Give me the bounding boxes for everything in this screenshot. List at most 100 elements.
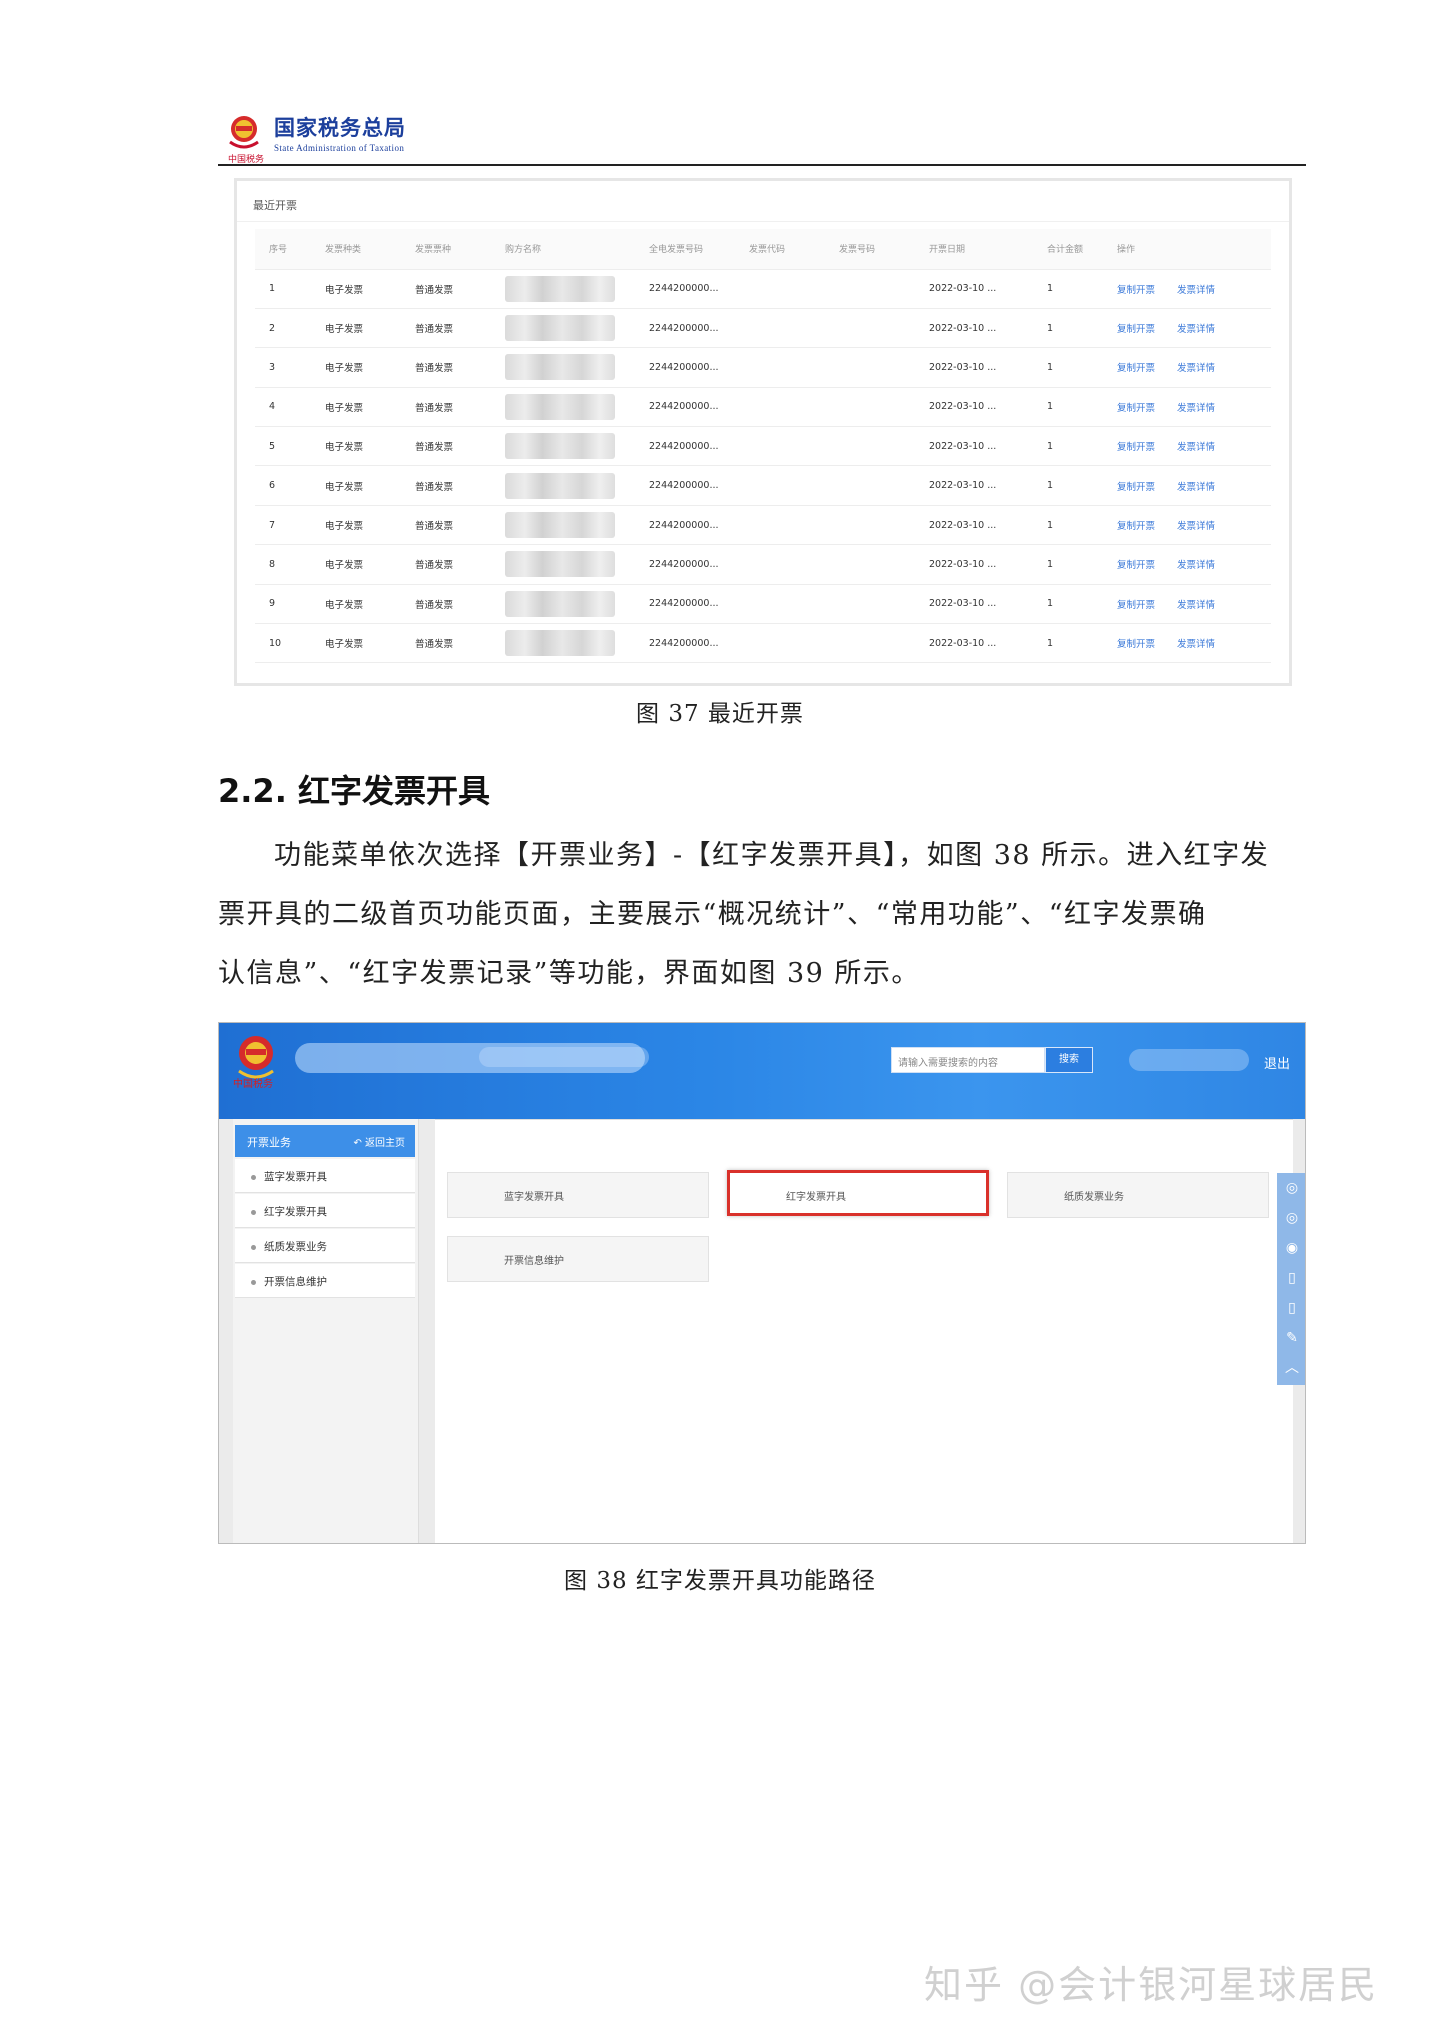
section-title: 2.2. 红字发票开具 <box>218 772 490 810</box>
cell-type: 普通发票 <box>401 426 491 467</box>
invoice-detail-link[interactable]: 发票详情 <box>1177 600 1215 611</box>
table-header-row: 序号 发票种类 发票票种 购方名称 全电发票号码 发票代码 发票号码 开票日期 … <box>255 229 1271 270</box>
table-row: 5 电子发票 普通发票 2244200000... 2022-03-10 ... 1 复制开… <box>255 426 1271 467</box>
invoice-detail-link[interactable]: 发票详情 <box>1177 363 1215 374</box>
tile-blue-invoice[interactable]: 蓝字发票开具 <box>447 1172 709 1218</box>
logout-button[interactable]: 退出 <box>1264 1053 1290 1072</box>
cell-date: 2022-03-10 ... <box>915 505 1033 546</box>
cell-code <box>735 347 825 388</box>
cell-ops: 复制开票 发票详情 <box>1103 308 1271 349</box>
cell-invoice-no <box>825 387 915 428</box>
cell-buyer <box>491 308 635 349</box>
blurred-system-subtitle <box>479 1047 649 1067</box>
cell-type: 普通发票 <box>401 347 491 388</box>
copy-invoice-link[interactable]: 复制开票 <box>1117 442 1155 453</box>
sidebar-item-label: 蓝字发票开具 <box>264 1171 327 1183</box>
invoice-table: 序号 发票种类 发票票种 购方名称 全电发票号码 发票代码 发票号码 开票日期 … <box>255 229 1271 664</box>
cell-buyer <box>491 347 635 388</box>
cell-date: 2022-03-10 ... <box>915 347 1033 388</box>
cell-invoice-no <box>825 584 915 625</box>
tile-red-invoice[interactable]: 红字发票开具 <box>727 1170 989 1216</box>
phone-icon[interactable]: ▯ <box>1281 1267 1303 1289</box>
tile-invoice-info[interactable]: 开票信息维护 <box>447 1236 709 1282</box>
copy-invoice-link[interactable]: 复制开票 <box>1117 521 1155 532</box>
cell-kind: 电子发票 <box>311 623 401 664</box>
bullet-icon <box>251 1244 256 1250</box>
cell-no: 10 <box>255 623 311 664</box>
table-row: 7 电子发票 普通发票 2244200000... 2022-03-10 ... 1 复制开… <box>255 505 1271 546</box>
cell-no: 3 <box>255 347 311 388</box>
cell-ops: 复制开票 发票详情 <box>1103 505 1271 546</box>
cell-amount: 1 <box>1033 584 1103 625</box>
column-header: 发票代码 <box>735 229 825 270</box>
copy-invoice-link[interactable]: 复制开票 <box>1117 560 1155 571</box>
cell-type: 普通发票 <box>401 584 491 625</box>
cell-kind: 电子发票 <box>311 465 401 506</box>
cell-code <box>735 623 825 664</box>
wechat-icon[interactable]: ◎ <box>1281 1207 1303 1229</box>
cell-amount: 1 <box>1033 465 1103 506</box>
column-header: 发票票种 <box>401 229 491 270</box>
tax-emblem-icon <box>229 116 259 149</box>
copy-invoice-link[interactable]: 复制开票 <box>1117 285 1155 296</box>
chat-icon[interactable]: ◎ <box>1281 1177 1303 1199</box>
cell-ops: 复制开票 发票详情 <box>1103 426 1271 467</box>
cell-invoice-no <box>825 465 915 506</box>
blurred-buyer-name <box>505 275 615 302</box>
search-button[interactable]: 搜索 <box>1045 1047 1093 1073</box>
column-header: 发票号码 <box>825 229 915 270</box>
sidebar-item-blue-invoice[interactable]: 蓝字发票开具 <box>235 1159 415 1193</box>
cell-code <box>735 465 825 506</box>
invoice-detail-link[interactable]: 发票详情 <box>1177 521 1215 532</box>
back-arrow-icon: ↶ <box>353 1138 365 1149</box>
copy-invoice-link[interactable]: 复制开票 <box>1117 324 1155 335</box>
invoice-detail-link[interactable]: 发票详情 <box>1177 442 1215 453</box>
invoice-detail-link[interactable]: 发票详情 <box>1177 639 1215 650</box>
card-title: 最近开票 <box>253 199 297 212</box>
org-name-en: State Administration of Taxation <box>274 143 405 153</box>
invoice-detail-link[interactable]: 发票详情 <box>1177 285 1215 296</box>
copy-invoice-link[interactable]: 复制开票 <box>1117 482 1155 493</box>
column-header: 合计金额 <box>1033 229 1103 270</box>
back-home-link[interactable]: ↶ 返回主页 <box>353 1134 405 1149</box>
back-to-top-icon[interactable]: ︿ <box>1281 1357 1303 1379</box>
column-header: 全电发票号码 <box>635 229 735 270</box>
cell-amount: 1 <box>1033 308 1103 349</box>
weibo-icon[interactable]: ◉ <box>1281 1237 1303 1259</box>
mobile-icon[interactable]: ▯ <box>1281 1297 1303 1319</box>
top-banner: 中国税务 请输入需要搜索的内容 搜索 退出 <box>219 1023 1305 1119</box>
sidebar-item-red-invoice[interactable]: 红字发票开具 <box>235 1194 415 1228</box>
copy-invoice-link[interactable]: 复制开票 <box>1117 403 1155 414</box>
sidebar-item-invoice-info[interactable]: 开票信息维护 <box>235 1264 415 1298</box>
blurred-buyer-name <box>505 551 615 578</box>
cell-amount: 1 <box>1033 426 1103 467</box>
table-row: 4 电子发票 普通发票 2244200000... 2022-03-10 ... 1 复制开… <box>255 387 1271 428</box>
cell-number: 2244200000... <box>635 465 735 506</box>
cell-kind: 电子发票 <box>311 308 401 349</box>
cell-buyer <box>491 623 635 664</box>
sidebar-item-paper-invoice[interactable]: 纸质发票业务 <box>235 1229 415 1263</box>
system-screenshot: 中国税务 请输入需要搜索的内容 搜索 退出 开票业务 ↶ 返回主页 蓝字发票开具… <box>218 1022 1306 1544</box>
copy-invoice-link[interactable]: 复制开票 <box>1117 363 1155 374</box>
copy-invoice-link[interactable]: 复制开票 <box>1117 600 1155 611</box>
cell-kind: 电子发票 <box>311 426 401 467</box>
cell-kind: 电子发票 <box>311 584 401 625</box>
invoice-detail-link[interactable]: 发票详情 <box>1177 482 1215 493</box>
invoice-detail-link[interactable]: 发票详情 <box>1177 560 1215 571</box>
invoice-detail-link[interactable]: 发票详情 <box>1177 324 1215 335</box>
copy-invoice-link[interactable]: 复制开票 <box>1117 639 1155 650</box>
cell-number: 2244200000... <box>635 584 735 625</box>
invoice-detail-link[interactable]: 发票详情 <box>1177 403 1215 414</box>
column-header: 发票种类 <box>311 229 401 270</box>
tile-paper-invoice[interactable]: 纸质发票业务 <box>1007 1172 1269 1218</box>
cell-date: 2022-03-10 ... <box>915 544 1033 585</box>
blurred-buyer-name <box>505 512 615 539</box>
edit-icon[interactable]: ✎ <box>1281 1327 1303 1349</box>
cell-amount: 1 <box>1033 505 1103 546</box>
search-input[interactable]: 请输入需要搜索的内容 <box>891 1047 1045 1073</box>
cell-no: 4 <box>255 387 311 428</box>
cell-ops: 复制开票 发票详情 <box>1103 387 1271 428</box>
table-row: 8 电子发票 普通发票 2244200000... 2022-03-10 ... 1 复制开… <box>255 544 1271 585</box>
cell-invoice-no <box>825 623 915 664</box>
cell-date: 2022-03-10 ... <box>915 623 1033 664</box>
